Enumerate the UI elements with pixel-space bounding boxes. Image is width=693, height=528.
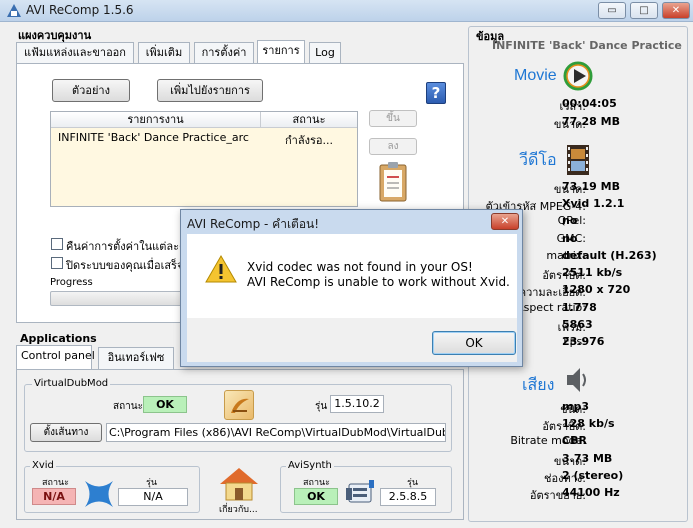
avisynth-version-field: 2.5.8.5 [380,488,436,506]
tab-settings[interactable]: การตั้งค่า [194,42,254,64]
minimize-button[interactable]: ▭ [598,2,626,19]
avisynth-title: AviSynth [286,460,334,471]
progress-label: Progress [50,277,93,288]
table-row[interactable]: INFINITE 'Back' Dance Practice_arc กำลัง… [51,130,357,147]
dialog-body: Xvid codec was not found in your OS! AVI… [187,234,517,318]
main-tabs: แฟ้มแหล่งและขาออก เพิ่มเติม การตั้งค่า ร… [16,40,460,64]
video-aspect-value: 1.778 [562,301,597,314]
tab-source-output[interactable]: แฟ้มแหล่งและขาออก [16,42,134,64]
tab-interface[interactable]: อินเทอร์เฟซ [98,347,174,369]
movie-size-value: 77.28 MB [562,115,620,128]
audio-channels-value: 2 (stereo) [562,469,624,482]
vdub-status-label: สถานะ [113,401,143,412]
play-icon [563,61,593,91]
applications-title: Applications [20,332,97,345]
video-resolution-value: 1280 x 720 [562,283,631,296]
about-label[interactable]: เกี่ยวกับ... [219,502,258,516]
audio-samplerate-value: 44100 Hz [562,486,620,499]
help-icon[interactable]: ? [426,82,446,104]
title-bar[interactable]: AVI ReComp 1.5.6 ▭ □ ✕ [0,0,693,22]
tab-queue[interactable]: รายการ [257,40,305,64]
maximize-button[interactable]: □ [630,2,658,19]
dialog-close-button[interactable]: ✕ [491,213,519,230]
queue-list: รายการงาน สถานะ INFINITE 'Back' Dance Pr… [50,111,358,207]
movie-heading: Movie [514,67,557,84]
add-to-queue-button[interactable]: เพิ่มไปยังรายการ [157,79,263,102]
audio-type-value: mp3 [562,400,589,413]
avisynth-version-label: รุ่น [407,478,418,488]
video-frames-value: 5863 [562,318,593,331]
speaker-icon [563,364,591,396]
dialog-ok-button[interactable]: OK [432,331,516,355]
audio-mode-value: CBR [562,434,587,447]
video-codec-value: Xvid 1.2.1 [562,197,625,210]
vdub-version-field: 1.5.10.2 [330,395,384,413]
job-status: กำลังรอ... [285,134,333,147]
warning-icon [205,254,237,284]
tab-control-panel[interactable]: Control panel [16,345,95,369]
dialog-message-line2: AVI ReComp is unable to work without Xvi… [247,275,510,289]
video-gmc-value: no [562,232,578,245]
video-size-value: 73.19 MB [562,180,620,193]
app-icon [6,3,22,19]
preview-button[interactable]: ตัวอย่าง [52,79,130,102]
info-filename: INFINITE 'Back' Dance Practice [492,39,682,52]
video-heading: วีดีโอ [519,150,557,169]
avisynth-status-badge: OK [294,488,338,505]
move-up-button[interactable]: ขึ้น [369,110,417,127]
avisynth-icon [343,476,377,508]
restore-settings-label: คืนค่าการตั้งค่าในแต่ละงา [66,240,191,253]
film-icon [564,144,592,176]
vdub-path-field[interactable]: C:\Program Files (x86)\AVI ReComp\Virtua… [106,423,446,442]
video-matrix-value: default (H.263) [562,249,657,262]
clipboard-icon[interactable] [376,160,410,204]
restore-settings-checkbox[interactable] [51,238,63,250]
xvid-title: Xvid [30,460,56,471]
audio-size-value: 3.73 MB [562,452,613,465]
home-icon[interactable] [218,466,260,502]
virtualdub-icon[interactable] [224,390,254,420]
xvid-version-field: N/A [118,488,188,506]
dialog-message-line1: Xvid codec was not found in your OS! [247,260,473,274]
column-header-job[interactable]: รายการงาน [51,112,261,128]
window-title: AVI ReComp 1.5.6 [26,3,134,17]
movie-duration-value: 00:04:05 [562,97,617,110]
vdub-version-label: รุ่น [315,401,328,412]
dialog-title: AVI ReComp - คำเตือน! [187,217,320,231]
vdub-status-badge: OK [143,396,187,413]
move-down-button[interactable]: ลง [369,138,417,155]
shutdown-checkbox[interactable] [51,257,63,269]
video-fps-value: 23.976 [562,335,605,348]
tab-additional[interactable]: เพิ่มเติม [138,42,190,64]
warning-dialog: AVI ReComp - คำเตือน! ✕ Xvid codec was n… [180,209,523,367]
video-bitrate-value: 2511 kb/s [562,266,623,279]
close-window-button[interactable]: ✕ [662,2,690,19]
tab-log[interactable]: Log [309,42,341,64]
xvid-version-label: รุ่น [146,478,157,488]
video-qpel-value: no [562,214,578,227]
avisynth-status-label: สถานะ [303,478,330,488]
audio-bitrate-value: 128 kb/s [562,417,615,430]
set-path-button[interactable]: ตั้งเส้นทาง [30,423,102,442]
column-header-status[interactable]: สถานะ [261,112,357,128]
job-name: INFINITE 'Back' Dance Practice_arc [58,131,249,144]
virtualdubmod-title: VirtualDubMod [32,378,111,389]
xvid-status-label: สถานะ [42,478,69,488]
xvid-icon [82,478,116,510]
xvid-status-badge: N/A [32,488,76,505]
shutdown-label: ปิดระบบของคุณเมื่อเสร็จ [66,259,184,272]
audio-heading: เสียง [522,375,555,394]
